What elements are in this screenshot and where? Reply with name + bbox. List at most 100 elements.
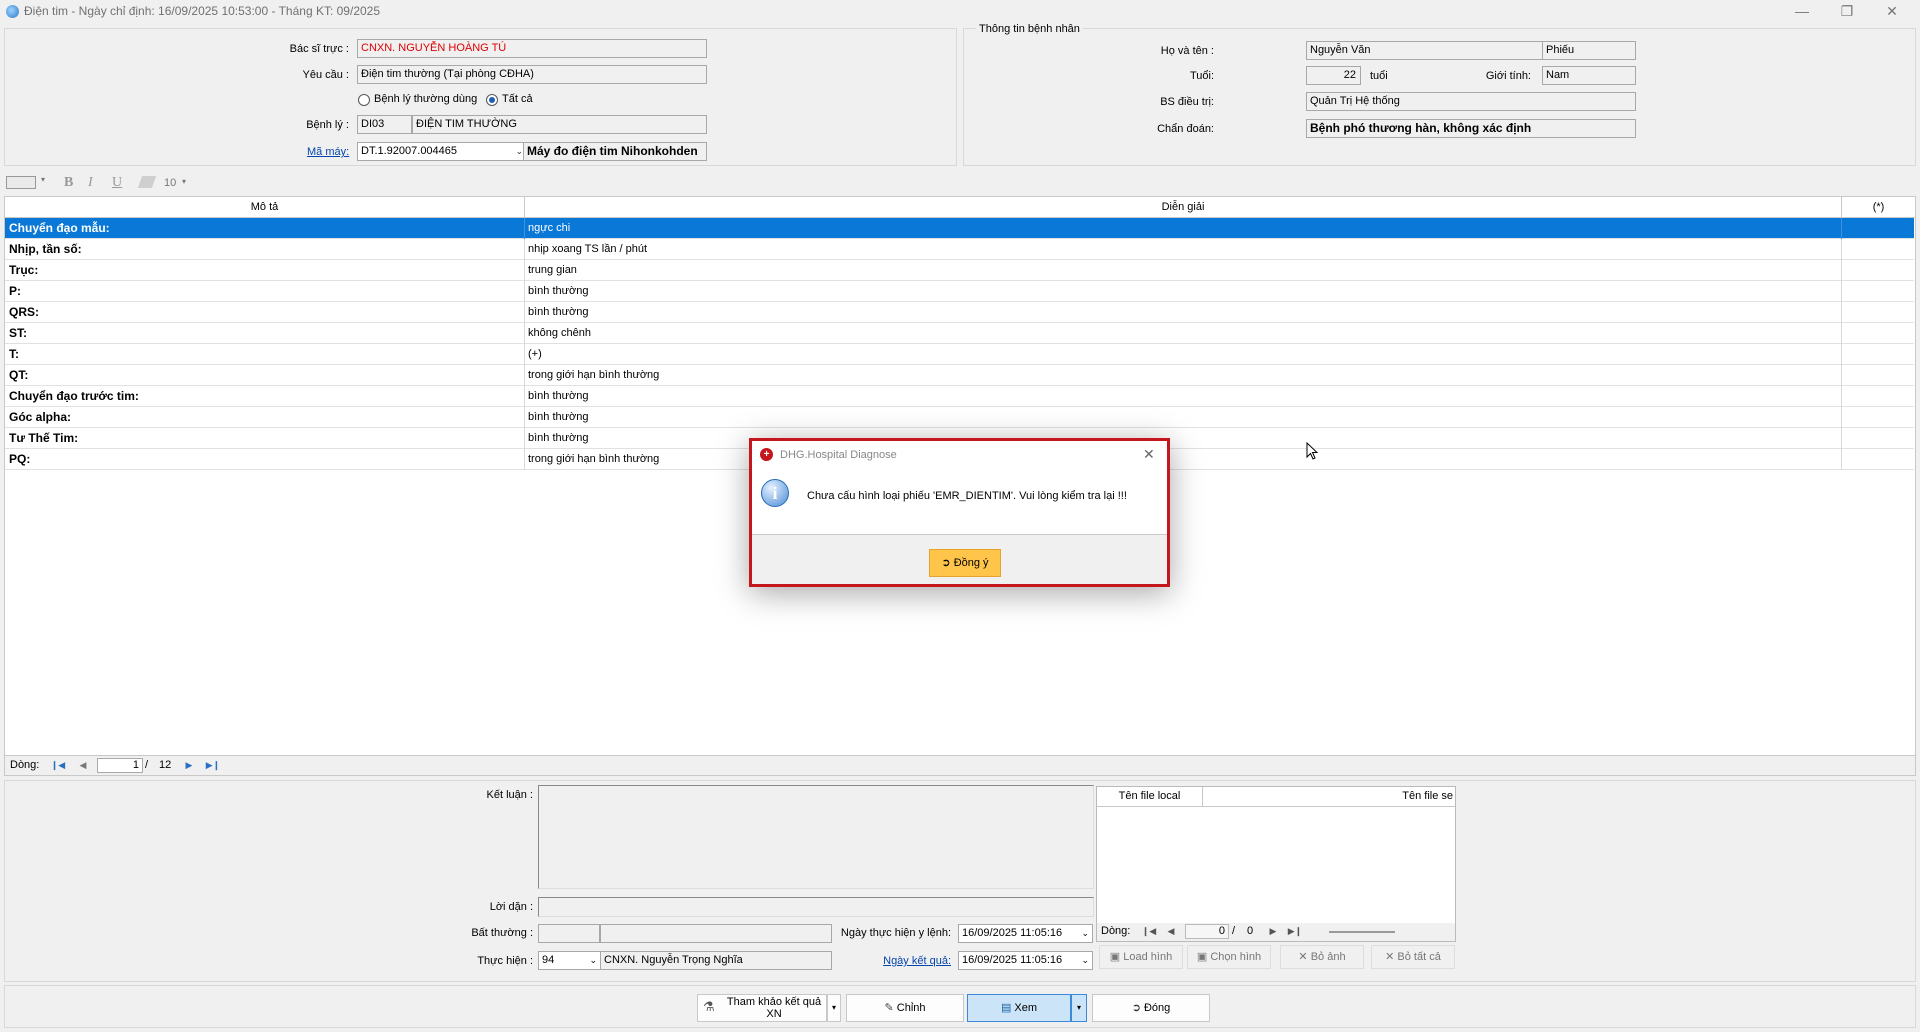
choose-image-button[interactable]: ▣ Chọn hình [1187, 945, 1271, 969]
sex-field[interactable]: Nam [1542, 66, 1636, 85]
bat-thuong-code-field[interactable] [538, 924, 600, 943]
request-field[interactable]: Điện tim thường (Tại phòng CĐHA) [357, 65, 707, 84]
last-page-icon[interactable]: ▶❙ [1287, 924, 1303, 938]
column-header-desc[interactable]: Mô tả [5, 197, 525, 218]
diag-field[interactable]: Bệnh phó thương hàn, không xác định [1306, 119, 1636, 138]
next-page-icon[interactable]: ▶ [181, 758, 197, 772]
thuc-hien-combo[interactable]: 94 ⌄ [538, 951, 601, 970]
column-divider [524, 386, 525, 407]
request-label: Yêu cầu : [302, 69, 349, 81]
table-row[interactable]: T: (+) [5, 344, 1914, 365]
row-value[interactable]: ngực chi [528, 218, 570, 238]
chevron-down-icon[interactable]: ⌄ [589, 952, 597, 969]
file-col-local[interactable]: Tên file local [1097, 787, 1203, 807]
patient-panel: Thông tin bệnh nhân Họ và tên : Nguyễn V… [963, 23, 1916, 166]
underline-button[interactable]: U [112, 175, 122, 191]
italic-button[interactable]: I [88, 175, 93, 191]
row-value[interactable]: bình thường [528, 302, 588, 322]
row-value[interactable]: bình thường [528, 407, 588, 427]
disease-name-field[interactable]: ĐIỆN TIM THƯỜNG [412, 115, 707, 134]
row-value[interactable]: bình thường [528, 281, 588, 301]
row-value[interactable]: bình thường [528, 386, 588, 406]
remove-image-button[interactable]: ✕ Bỏ ảnh [1280, 945, 1364, 969]
view-button[interactable]: ▤ Xem [967, 994, 1071, 1022]
restore-button[interactable]: ❐ [1827, 2, 1867, 22]
bat-thuong-name-field[interactable] [600, 924, 832, 943]
window-title: Điện tim - Ngày chỉ định: 16/09/2025 10:… [24, 4, 381, 18]
table-row[interactable]: QT: trong giới hạn bình thường [5, 365, 1914, 386]
eraser-icon[interactable] [137, 176, 157, 188]
radio-all[interactable] [486, 94, 498, 106]
ngay-thuc-hien-value: 16/09/2025 11:05:16 [962, 927, 1063, 939]
column-divider [1841, 344, 1842, 365]
row-value[interactable]: trong giới hạn bình thường [528, 365, 659, 385]
column-header-value[interactable]: Diễn giải [525, 197, 1842, 218]
ngay-thuc-hien-field[interactable]: 16/09/2025 11:05:16 ⌄ [958, 924, 1093, 943]
table-row[interactable]: P: bình thường [5, 281, 1914, 302]
ngay-ket-qua-link[interactable]: Ngày kết quả: [825, 955, 951, 967]
machine-combo[interactable]: DT.1.92007.004465 ⌄ [357, 142, 527, 161]
first-page-icon[interactable]: ❙◀ [50, 758, 66, 772]
zoom-slider[interactable] [1329, 931, 1395, 933]
load-image-button[interactable]: ▣ Load hình [1099, 945, 1183, 969]
last-page-icon[interactable]: ▶❙ [205, 758, 221, 772]
thuc-hien-name-field[interactable]: CNXN. Nguyễn Trọng Nghĩa [600, 951, 832, 970]
name-field[interactable]: Nguyễn Văn [1306, 41, 1546, 60]
remove-all-button[interactable]: ✕ Bỏ tất cả [1371, 945, 1455, 969]
table-row[interactable]: Chuyển đạo mẫu: ngực chi [5, 218, 1914, 239]
font-size-select[interactable]: 10 [164, 177, 176, 189]
dialog-close-icon[interactable]: ✕ [1143, 446, 1155, 463]
row-value[interactable]: trung gian [528, 260, 577, 280]
table-row[interactable]: Trục: trung gian [5, 260, 1914, 281]
close-window-button[interactable]: ✕ [1872, 2, 1912, 22]
view-dropdown[interactable]: ▾ [1071, 994, 1087, 1022]
ok-button[interactable]: ➲ Đồng ý [929, 549, 1001, 577]
prev-page-icon[interactable]: ◀ [1163, 924, 1179, 938]
loi-dan-field[interactable] [538, 897, 1094, 917]
name-suffix-field[interactable]: Phiếu [1542, 41, 1636, 60]
chevron-down-icon[interactable]: ⌄ [1079, 925, 1089, 942]
bold-button[interactable]: B [64, 175, 73, 191]
minimize-button[interactable]: — [1782, 2, 1822, 22]
file-page-input[interactable]: 0 [1185, 924, 1229, 939]
table-row[interactable]: ST: không chênh [5, 323, 1914, 344]
ngay-ket-qua-field[interactable]: 16/09/2025 11:05:16 ⌄ [958, 951, 1093, 970]
font-color-picker[interactable] [6, 176, 36, 189]
reference-dropdown[interactable]: ▾ [827, 994, 841, 1022]
edit-icon: ✎ [884, 1002, 897, 1014]
close-button[interactable]: ➲ Đóng [1092, 994, 1210, 1022]
prev-page-icon[interactable]: ◀ [75, 758, 91, 772]
dialog-body: i Chưa cấu hình loại phiếu 'EMR_DIENTIM'… [752, 469, 1167, 534]
row-value[interactable]: nhịp xoang TS lần / phút [528, 239, 647, 259]
age-field[interactable]: 22 [1306, 66, 1361, 85]
bs-field[interactable]: Quản Trị Hệ thống [1306, 92, 1636, 111]
next-page-icon[interactable]: ▶ [1265, 924, 1281, 938]
age-unit: tuổi [1370, 70, 1388, 82]
page-input[interactable]: 1 [97, 758, 143, 773]
file-col-server[interactable]: Tên file se [1203, 787, 1455, 807]
chevron-down-icon[interactable]: ▾ [41, 175, 45, 184]
row-value[interactable]: không chênh [528, 323, 591, 343]
first-page-icon[interactable]: ❙◀ [1141, 924, 1157, 938]
table-row[interactable]: Chuyển đạo trước tim: bình thường [5, 386, 1914, 407]
reference-label: Tham khảo kết quả XN [726, 996, 822, 1020]
chevron-down-icon[interactable]: ⌄ [1079, 952, 1089, 969]
column-header-flag[interactable]: (*) [1842, 197, 1915, 218]
column-divider [524, 449, 525, 470]
chevron-down-icon[interactable]: ⌄ [515, 143, 523, 160]
table-row[interactable]: Góc alpha: bình thường [5, 407, 1914, 428]
ket-luan-textarea[interactable] [538, 785, 1094, 889]
chevron-down-icon[interactable]: ▾ [182, 177, 186, 186]
table-row[interactable]: Nhịp, tần số: nhịp xoang TS lần / phút [5, 239, 1914, 260]
radio-common[interactable] [358, 94, 370, 106]
row-value[interactable]: bình thường [528, 428, 588, 448]
edit-button[interactable]: ✎ Chỉnh [846, 994, 964, 1022]
row-value[interactable]: trong giới hạn bình thường [528, 449, 659, 469]
disease-code-field[interactable]: DI03 [357, 115, 412, 134]
table-row[interactable]: QRS: bình thường [5, 302, 1914, 323]
reference-button[interactable]: ⚗ Tham khảo kết quả XN [697, 994, 827, 1022]
doctor-field[interactable]: CNXN. NGUYỄN HOÀNG TÚ [357, 39, 707, 58]
machine-link[interactable]: Mã máy: [307, 146, 349, 158]
row-value[interactable]: (+) [528, 344, 542, 364]
file-page-total: 0 [1247, 925, 1254, 937]
